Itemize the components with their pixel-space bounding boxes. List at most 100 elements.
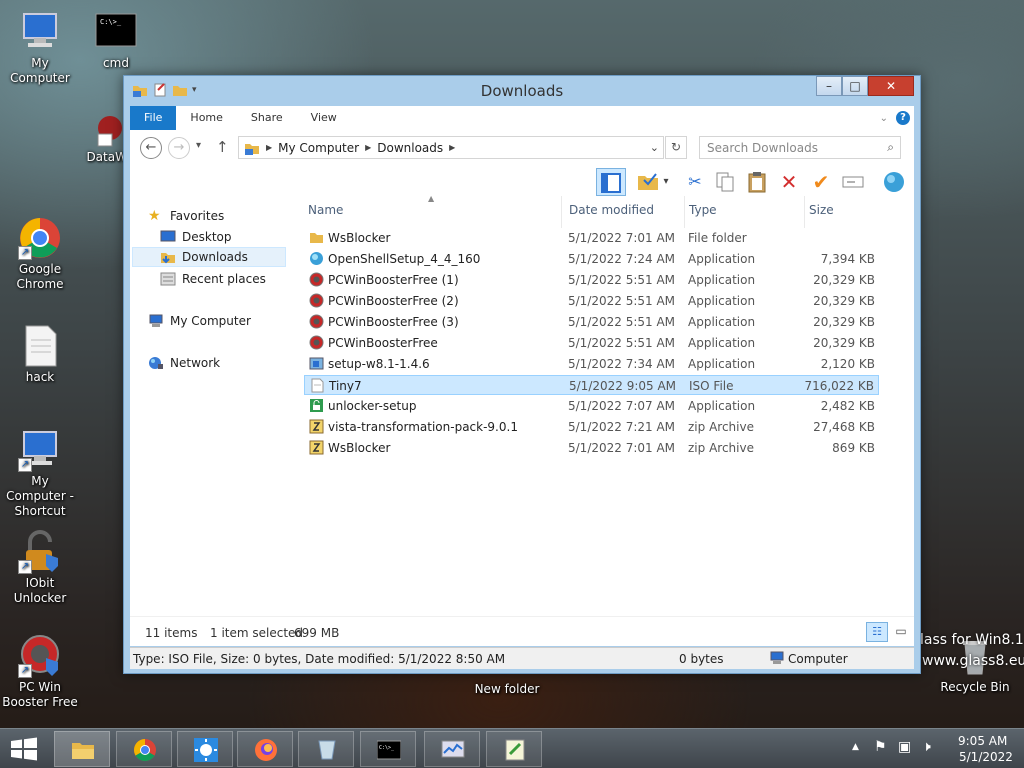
tab-share[interactable]: Share <box>237 106 297 130</box>
file-size: 20,329 KB <box>813 294 875 308</box>
taskbar-glass-app[interactable] <box>298 731 354 767</box>
file-name: PCWinBoosterFree (3) <box>328 315 459 329</box>
preview-pane-button[interactable] <box>596 168 626 196</box>
nav-item-favorites[interactable]: ★ Favorites <box>148 206 224 226</box>
close-button[interactable]: ✕ <box>868 76 914 96</box>
details-view-button[interactable]: ☷ <box>866 622 888 642</box>
task-manager-icon <box>441 738 465 762</box>
desktop-icon-hack[interactable]: hack <box>0 324 80 385</box>
maximize-button[interactable]: □ <box>842 76 868 96</box>
tab-file[interactable]: File <box>130 106 177 130</box>
cut-icon[interactable]: ✂ <box>683 170 707 194</box>
column-header-date-modified[interactable]: Date modified <box>565 196 685 228</box>
file-row[interactable]: PCWinBoosterFree (3) 5/1/2022 5:51 AM Appl… <box>304 312 879 332</box>
start-button[interactable] <box>6 735 42 763</box>
file-type: Application <box>688 315 756 329</box>
taskbar-notepad-plus[interactable] <box>486 731 542 767</box>
desktop-icon-my-computer-shortcut[interactable]: ↗ My Computer - Shortcut <box>0 428 80 519</box>
show-hidden-icons-button[interactable]: ▲ <box>852 742 859 752</box>
search-input[interactable]: Search Downloads ⌕ <box>699 136 901 159</box>
nav-item-desktop[interactable]: Desktop <box>160 227 232 247</box>
file-row[interactable]: PCWinBoosterFree (1) 5/1/2022 5:51 AM Appl… <box>304 270 879 290</box>
action-center-flag-icon[interactable]: ⚑ <box>874 739 887 755</box>
desktop-icon-google-chrome[interactable]: ↗ Google Chrome <box>0 216 80 292</box>
address-bar[interactable]: ▶ My Computer ▶ Downloads ▶ ⌄ <box>238 136 664 159</box>
taskbar-file-explorer[interactable] <box>54 731 110 767</box>
forward-button[interactable]: → <box>168 137 190 159</box>
network-icon <box>148 356 164 370</box>
refresh-button[interactable]: ↻ <box>665 136 687 159</box>
taskbar-cmd[interactable]: C:\>_ <box>360 731 416 767</box>
properties-icon[interactable] <box>636 170 660 194</box>
volume-muted-icon[interactable]: 🕨 <box>922 739 931 755</box>
copy-icon[interactable] <box>713 170 737 194</box>
tab-home[interactable]: Home <box>176 106 236 130</box>
file-row[interactable]: WsBlocker 5/1/2022 7:01 AM File folder <box>304 228 879 248</box>
nav-item-recent-places[interactable]: Recent places <box>160 269 266 289</box>
expand-ribbon-icon[interactable]: ⌄ <box>880 113 888 124</box>
file-type: Application <box>688 252 756 266</box>
computer-icon <box>148 314 164 328</box>
back-button[interactable]: ← <box>140 137 162 159</box>
network-tray-icon[interactable]: ▣ <box>898 739 911 755</box>
nav-item-label: Desktop <box>182 230 232 244</box>
desktop-icon-my-computer[interactable]: My Computer <box>0 10 80 86</box>
file-row[interactable]: setup-w8.1-1.4.6 5/1/2022 7:34 AM Applicat… <box>304 354 879 374</box>
nav-item-network[interactable]: Network <box>148 353 220 373</box>
desktop-icon-label: My Computer - Shortcut <box>6 474 74 518</box>
nav-item-my-computer[interactable]: My Computer <box>148 311 251 331</box>
file-size: 716,022 KB <box>804 379 874 393</box>
taskbar-chrome[interactable] <box>116 731 172 767</box>
desktop-icon-label: PC Win Booster Free <box>2 680 78 709</box>
taskbar-settings[interactable] <box>177 731 233 767</box>
breadcrumb-separator-icon[interactable]: ▶ <box>449 143 455 152</box>
taskbar-task-manager[interactable] <box>424 731 480 767</box>
file-name: Tiny7 <box>329 379 362 393</box>
desktop-icon-cmd[interactable]: C:\>_ cmd <box>76 10 156 71</box>
file-row[interactable]: vista-transformation-pack-9.0.1 5/1/2022 … <box>304 417 879 437</box>
delete-icon[interactable]: ✕ <box>777 170 801 194</box>
file-row[interactable]: Tiny7 5/1/2022 9:05 AM ISO File 716,022 KB <box>304 375 879 395</box>
up-button[interactable]: ↑ <box>216 138 229 156</box>
file-type: File folder <box>688 231 747 245</box>
clock-time[interactable]: 9:05 AM <box>958 734 1007 748</box>
taskbar-firefox[interactable] <box>237 731 293 767</box>
desktop-icon-iobit-unlocker[interactable]: ↗ IObit Unlocker <box>0 530 80 606</box>
file-row[interactable]: WsBlocker 5/1/2022 7:01 AM zip Archive 869 … <box>304 438 879 458</box>
help-icon[interactable]: ? <box>896 111 910 125</box>
globe-icon[interactable] <box>882 170 906 194</box>
column-header-type[interactable]: Type <box>685 196 805 228</box>
breadcrumb-downloads[interactable]: Downloads <box>371 141 449 155</box>
wallpaper-text: lass for Win8.1 <box>920 632 1024 648</box>
rename-icon[interactable] <box>841 170 865 194</box>
title-bar[interactable]: ▾ Downloads – □ ✕ <box>124 76 920 106</box>
tab-view[interactable]: View <box>297 106 351 130</box>
file-row[interactable]: PCWinBoosterFree 5/1/2022 5:51 AM Applicat… <box>304 333 879 353</box>
desktop-icon-pc-win-booster[interactable]: ↗ PC Win Booster Free <box>0 634 80 710</box>
large-icons-view-button[interactable]: ▭ <box>890 622 912 642</box>
chrome-icon <box>133 738 157 762</box>
file-date: 5/1/2022 7:24 AM <box>568 252 676 266</box>
paste-icon[interactable] <box>745 170 769 194</box>
file-row[interactable]: unlocker-setup 5/1/2022 7:07 AM Applicatio… <box>304 396 879 416</box>
column-header-name[interactable]: Name <box>304 196 562 228</box>
clock-date[interactable]: 5/1/2022 <box>959 750 1013 764</box>
breadcrumb-my-computer[interactable]: My Computer <box>272 141 365 155</box>
column-header-size[interactable]: Size <box>805 196 881 228</box>
recent-places-icon <box>160 272 176 286</box>
recent-locations-button[interactable]: ▾ <box>196 140 201 151</box>
file-row[interactable]: PCWinBoosterFree (2) 5/1/2022 5:51 AM Appl… <box>304 291 879 311</box>
file-row[interactable]: OpenShellSetup_4_4_160 5/1/2022 7:24 AM Ap… <box>304 249 879 269</box>
address-row: ← → ▾ ↑ ▶ My Computer ▶ Downloads ▶ ⌄ ↻ … <box>130 130 914 168</box>
file-type: Application <box>688 399 756 413</box>
desktop-icon-new-folder[interactable]: New folder <box>467 682 547 697</box>
chevron-down-icon[interactable]: ▾ <box>660 170 672 194</box>
checkmark-icon[interactable]: ✔ <box>809 170 833 194</box>
address-dropdown-icon[interactable]: ⌄ <box>650 141 659 154</box>
file-size: 869 KB <box>832 441 875 455</box>
iso-icon <box>310 378 325 393</box>
file-date: 5/1/2022 5:51 AM <box>568 294 676 308</box>
nav-item-downloads[interactable]: Downloads <box>132 247 286 267</box>
file-name: WsBlocker <box>328 441 391 455</box>
minimize-button[interactable]: – <box>816 76 842 96</box>
